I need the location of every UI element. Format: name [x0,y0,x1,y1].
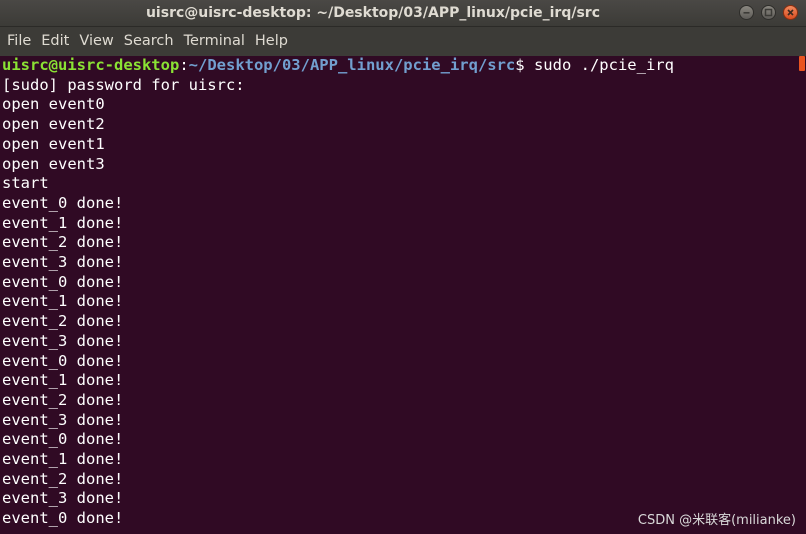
output-line: event_2 done! [2,233,124,252]
output-line: event_2 done! [2,390,124,409]
menu-help[interactable]: Help [250,27,293,56]
minimize-icon [743,12,750,14]
output-line: event_3 done! [2,410,124,429]
prompt-symbol: $ [515,56,525,74]
output-line: event_3 done! [2,253,124,271]
terminal-scrollbar[interactable] [798,56,806,534]
output-line: [sudo] password for uisrc: [2,75,245,94]
close-icon [787,9,794,16]
menu-edit[interactable]: Edit [36,27,74,56]
output-line: event_3 done! [2,489,124,508]
output-line: event_3 done! [2,331,124,350]
prompt-user-host: uisrc@uisrc-desktop [2,56,180,74]
window-title: uisrc@uisrc-desktop: ~/Desktop/03/APP_li… [145,5,601,21]
maximize-icon [764,8,773,17]
menu-terminal[interactable]: Terminal [179,27,250,56]
output-line: event_2 done! [2,312,124,331]
output-line: event_1 done! [2,213,124,232]
window-titlebar[interactable]: uisrc@uisrc-desktop: ~/Desktop/03/APP_li… [0,0,806,27]
watermark: CSDN @米联客(milianke) [637,513,796,528]
prompt-path: ~/Desktop/03/APP_linux/pcie_irq/src [188,56,516,74]
output-line: open event2 [2,115,105,134]
output-line: event_1 done! [2,450,124,468]
minimize-button[interactable] [739,5,754,20]
menu-file[interactable]: File [2,27,36,56]
menu-view[interactable]: View [74,27,118,56]
scrollbar-thumb[interactable] [799,56,805,71]
terminal-area[interactable]: uisrc@uisrc-desktop:~/Desktop/03/APP_lin… [0,56,798,534]
output-line: event_0 done! [2,193,124,212]
output-line: open event3 [2,154,105,173]
menu-bar: File Edit View Search Terminal Help [0,27,806,56]
output-line: event_0 done! [2,430,124,449]
output-line: event_2 done! [2,469,124,488]
close-button[interactable] [783,5,798,20]
output-line: start [2,174,49,193]
output-line: event_0 done! [2,509,124,528]
output-line: event_0 done! [2,351,124,370]
menu-search[interactable]: Search [119,27,179,56]
output-line: event_1 done! [2,292,124,311]
maximize-button[interactable] [761,5,776,20]
prompt-separator: : [179,56,189,74]
output-line: open event1 [2,134,105,153]
prompt-command: sudo ./pcie_irq [524,56,674,74]
output-line: event_1 done! [2,371,124,390]
output-line: open event0 [2,95,105,114]
prompt-line: uisrc@uisrc-desktop:~/Desktop/03/APP_lin… [2,56,674,76]
output-line: event_0 done! [2,272,124,291]
